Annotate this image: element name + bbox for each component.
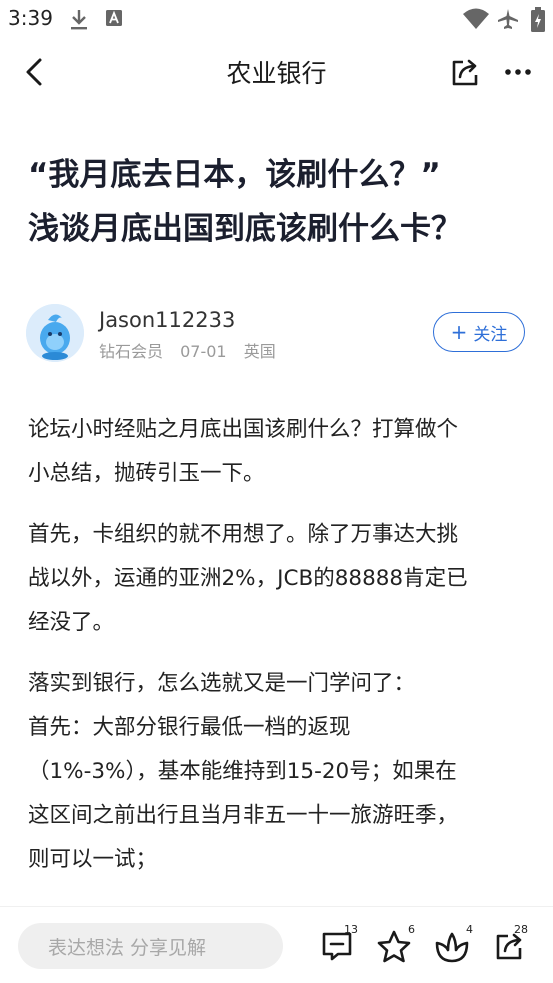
- more-button[interactable]: [500, 54, 536, 90]
- share-icon: [452, 59, 478, 86]
- article-paragraph: 落实到银行，怎么选就又是一门学问了： 首先：大部分银行最低一档的返现 （1%-3…: [28, 662, 528, 882]
- favorite-count: 6: [408, 923, 415, 936]
- status-bar: 3:39: [0, 0, 553, 38]
- paragraph-line: 小总结，抛砖引玉一下。: [28, 461, 265, 486]
- like-button[interactable]: 4: [430, 921, 476, 969]
- author-meta: 钻石会员 07-01 英国: [99, 338, 288, 362]
- more-icon: [505, 69, 531, 75]
- avatar[interactable]: [26, 304, 84, 362]
- share-button[interactable]: [446, 54, 482, 90]
- paragraph-line: 则可以一试；: [28, 847, 158, 872]
- download-icon: [68, 7, 90, 35]
- like-count: 4: [466, 923, 473, 936]
- article-paragraph: 首先，卡组织的就不用想了。除了万事达大挑 战以外，运通的亚洲2%，JCB的888…: [28, 513, 528, 645]
- author-row: Jason112233 钻石会员 07-01 英国 + 关注: [26, 304, 530, 366]
- comment-count: 13: [344, 923, 358, 936]
- article-title: “我月底去日本，该刷什么？” 浅谈月底出国到底该刷什么卡？: [28, 148, 528, 256]
- paragraph-line: 这区间之前出行且当月非五一十一旅游旺季，: [28, 803, 459, 828]
- wifi-icon: [462, 7, 490, 35]
- avatar-mascot-icon: [26, 304, 84, 362]
- paragraph-line: 首先：大部分银行最低一档的返现: [28, 715, 351, 740]
- paragraph-line: 论坛小时经贴之月底出国该刷什么？打算做个: [28, 417, 459, 442]
- article-title-line: “我月底去日本，该刷什么？”: [28, 157, 441, 193]
- article-body: 论坛小时经贴之月底出国该刷什么？打算做个 小总结，抛砖引玉一下。 首先，卡组织的…: [28, 408, 528, 899]
- share-action-button[interactable]: 28: [488, 921, 534, 969]
- favorite-button[interactable]: 6: [372, 921, 418, 969]
- paragraph-line: 战以外，运通的亚洲2%，JCB的88888肯定已: [28, 566, 468, 591]
- share-count: 28: [514, 923, 528, 936]
- paragraph-line: 首先，卡组织的就不用想了。除了万事达大挑: [28, 522, 459, 547]
- airplane-icon: [496, 7, 520, 35]
- bottom-action-bar: 表达想法 分享见解 13 6 4 28: [0, 906, 553, 983]
- follow-label: 关注: [473, 324, 508, 345]
- paragraph-line: （1%-3%），基本能维持到15-20号；如果在: [28, 759, 457, 784]
- nav-bar: 农业银行: [0, 38, 553, 106]
- follow-button[interactable]: + 关注: [433, 312, 525, 352]
- article-title-line: 浅谈月底出国到底该刷什么卡？: [28, 211, 462, 247]
- keyboard-icon: [104, 7, 124, 33]
- battery-charging-icon: [530, 7, 546, 37]
- lotus-like-icon: [435, 932, 469, 963]
- article-paragraph: 论坛小时经贴之月底出国该刷什么？打算做个 小总结，抛砖引玉一下。: [28, 408, 528, 496]
- status-time: 3:39: [8, 6, 53, 30]
- comment-input[interactable]: 表达想法 分享见解: [18, 923, 283, 969]
- comment-button[interactable]: 13: [316, 921, 362, 969]
- author-name[interactable]: Jason112233: [99, 308, 235, 332]
- paragraph-line: 落实到银行，怎么选就又是一门学问了：: [28, 671, 416, 696]
- star-icon: [377, 930, 411, 963]
- plus-icon: +: [450, 320, 468, 344]
- member-level: 钻石会员: [99, 342, 164, 361]
- author-location: 英国: [243, 342, 276, 361]
- paragraph-line: 经没了。: [28, 610, 115, 635]
- post-date: 07-01: [180, 342, 227, 361]
